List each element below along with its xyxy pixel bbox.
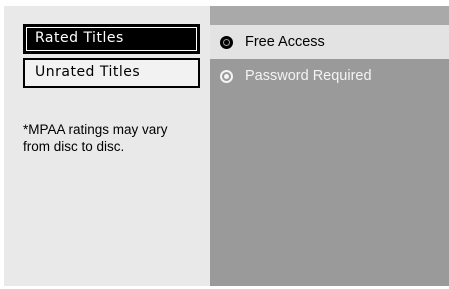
options-header-bar [210,6,449,25]
tab-rated-titles-label: Rated Titles [35,30,124,46]
access-options-panel: Free Access Password Required [210,6,449,286]
tab-rated-titles[interactable]: Rated Titles [23,24,200,54]
radio-selected-icon[interactable] [220,36,233,49]
category-panel: Rated Titles Unrated Titles *MPAA rating… [4,6,210,286]
option-free-access[interactable]: Free Access [210,25,449,59]
parental-control-screen: Rated Titles Unrated Titles *MPAA rating… [0,0,449,289]
radio-unselected-icon[interactable] [220,70,233,83]
option-password-required[interactable]: Password Required [210,59,449,93]
option-password-required-label: Password Required [245,68,372,84]
tab-unrated-titles-label: Unrated Titles [35,64,141,80]
tab-unrated-titles[interactable]: Unrated Titles [23,58,200,88]
mpaa-ratings-note: *MPAA ratings may vary from disc to disc… [23,122,168,154]
option-free-access-label: Free Access [245,34,325,50]
